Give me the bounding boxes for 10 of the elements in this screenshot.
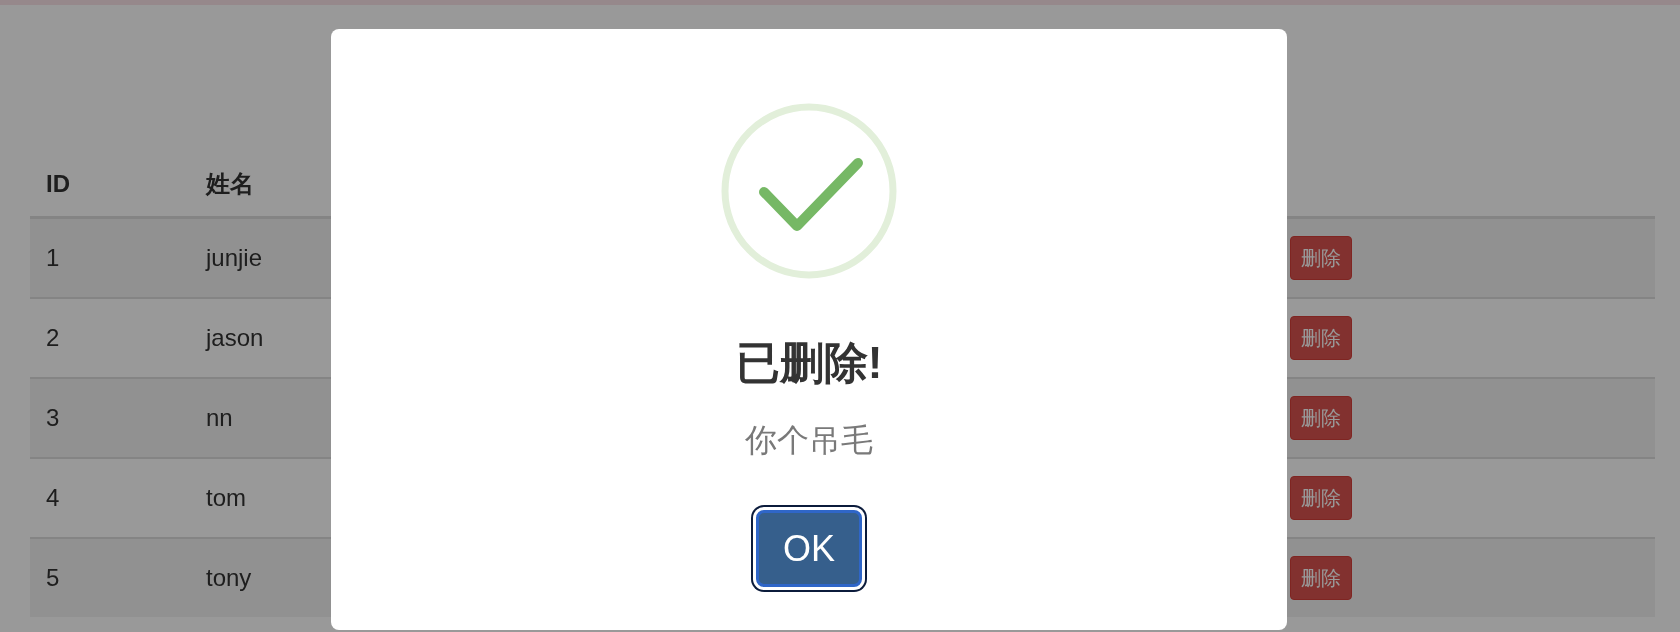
- success-check-icon: [719, 101, 899, 281]
- dialog-message: 你个吊毛: [745, 420, 873, 460]
- table-cell: 1: [30, 217, 190, 298]
- delete-button[interactable]: 删除: [1290, 396, 1352, 440]
- delete-button[interactable]: 删除: [1290, 316, 1352, 360]
- delete-button[interactable]: 删除: [1290, 556, 1352, 600]
- table-cell: 5: [30, 538, 190, 617]
- table-cell: 3: [30, 378, 190, 458]
- delete-button[interactable]: 删除: [1290, 236, 1352, 280]
- delete-button[interactable]: 删除: [1290, 476, 1352, 520]
